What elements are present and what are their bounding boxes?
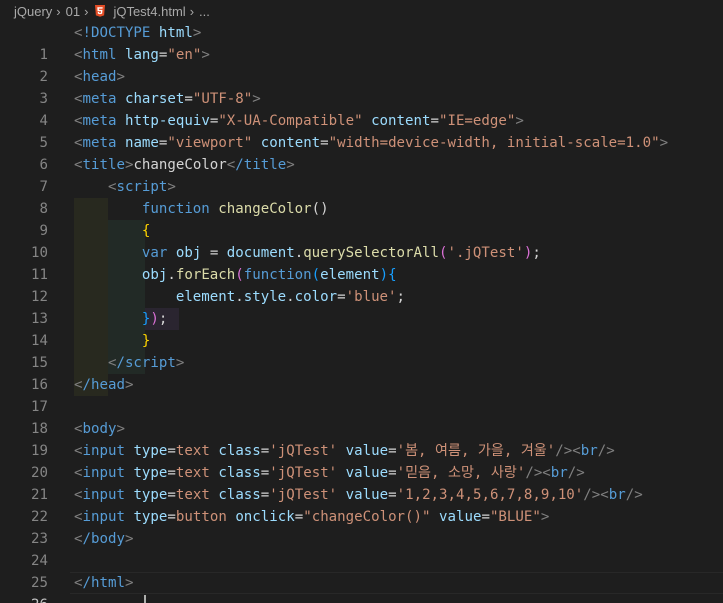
chevron-right-icon: › (84, 3, 89, 19)
code-line[interactable]: 17 </head> (0, 374, 723, 415)
breadcrumb-more[interactable]: ... (199, 4, 210, 19)
code-line[interactable]: 23 <input type=button onclick="changeCol… (0, 506, 723, 547)
breadcrumb-file[interactable]: jQTest4.html (113, 4, 185, 19)
code-line[interactable]: 14 }); (0, 308, 723, 349)
code-line[interactable]: 16 </script> (0, 352, 723, 393)
code-line[interactable]: 12 obj.forEach(function(element){ (0, 264, 723, 305)
code-line[interactable]: 19 <body> (0, 418, 723, 459)
code-line[interactable]: 20 <input type=text class='jQTest' value… (0, 440, 723, 481)
breadcrumb: jQuery › 01 › jQTest4.html › ... (0, 0, 723, 22)
chevron-right-icon: › (56, 3, 61, 19)
code-line[interactable]: 4 <meta charset="UTF-8"> (0, 88, 723, 129)
code-line[interactable]: 21 <input type=text class='jQTest' value… (0, 462, 723, 503)
code-line[interactable]: 24 </body> (0, 528, 723, 569)
code-editor[interactable]: 1 <!DOCTYPE html> 2 <html lang="en"> 3 <… (0, 22, 723, 603)
code-line[interactable]: 22 <input type=text class='jQTest' value… (0, 484, 723, 525)
code-line[interactable]: 2 <html lang="en"> (0, 44, 723, 85)
code-line[interactable]: 7 <title>changeColor</title> (0, 154, 723, 195)
code-line-current[interactable]: 26 </html> (0, 572, 723, 603)
code-line[interactable]: 9 function changeColor() (0, 198, 723, 239)
chevron-right-icon: › (189, 3, 195, 19)
code-line[interactable]: 25 (0, 550, 723, 591)
text-cursor (144, 595, 146, 603)
code-line[interactable]: 10 { (0, 220, 723, 261)
code-line[interactable]: 8 <script> (0, 176, 723, 217)
code-line[interactable]: 11 var obj = document.querySelectorAll('… (0, 242, 723, 283)
html5-file-icon (95, 5, 106, 17)
breadcrumb-folder-jquery[interactable]: jQuery (14, 4, 52, 19)
code-line[interactable]: 18 (0, 396, 723, 437)
code-line[interactable]: 13 element.style.color='blue'; (0, 286, 723, 327)
code-line[interactable]: 15 } (0, 330, 723, 371)
code-line[interactable]: 5 <meta http-equiv="X-UA-Compatible" con… (0, 110, 723, 151)
code-line[interactable]: 6 <meta name="viewport" content="width=d… (0, 132, 723, 173)
code-line[interactable]: 3 <head> (0, 66, 723, 107)
breadcrumb-folder-01[interactable]: 01 (66, 4, 80, 19)
code-line[interactable]: 1 <!DOCTYPE html> (0, 22, 723, 63)
line-number-active: 26 (0, 594, 48, 603)
